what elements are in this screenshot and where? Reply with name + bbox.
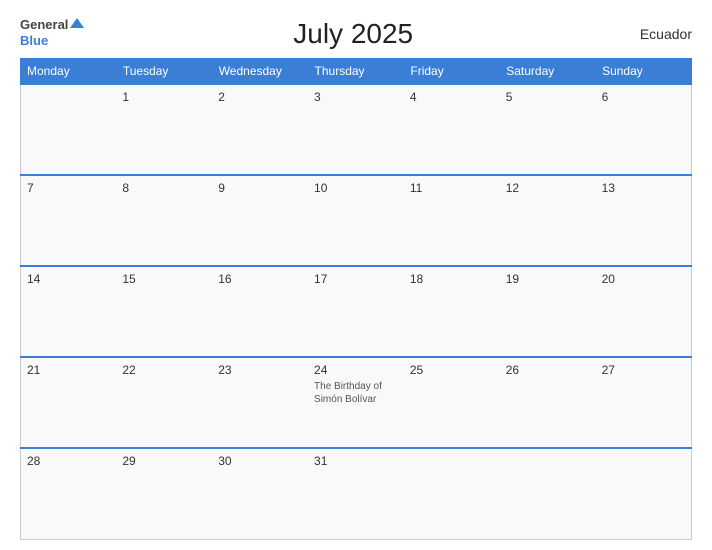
day-number: 2 — [218, 90, 225, 104]
day-number: 25 — [410, 363, 423, 377]
day-cell-2-1: 15 — [116, 266, 212, 357]
day-cell-4-4 — [404, 448, 500, 539]
header-tuesday: Tuesday — [116, 59, 212, 85]
day-number: 27 — [602, 363, 615, 377]
calendar-body: 123456789101112131415161718192021222324T… — [21, 84, 692, 540]
day-cell-1-6: 13 — [596, 175, 692, 266]
day-number: 7 — [27, 181, 34, 195]
logo-triangle-icon — [70, 18, 84, 28]
day-cell-0-5: 5 — [500, 84, 596, 175]
day-cell-2-5: 19 — [500, 266, 596, 357]
calendar-table: Monday Tuesday Wednesday Thursday Friday… — [20, 58, 692, 540]
day-cell-3-6: 27 — [596, 357, 692, 448]
day-cell-0-1: 1 — [116, 84, 212, 175]
week-row-3: 14 15 16 17 18 19 20 — [21, 266, 692, 357]
day-cell-0-2: 2 — [212, 84, 308, 175]
day-number: 4 — [410, 90, 417, 104]
day-number: 13 — [602, 181, 615, 195]
logo-blue: Blue — [20, 33, 48, 48]
day-cell-2-0: 14 — [21, 266, 117, 357]
day-cell-4-3: 31 — [308, 448, 404, 539]
day-cell-4-1: 29 — [116, 448, 212, 539]
day-cell-4-5 — [500, 448, 596, 539]
day-number: 14 — [27, 272, 40, 286]
weekday-header-row: Monday Tuesday Wednesday Thursday Friday… — [21, 59, 692, 85]
week-row-5: 28 29 30 31 — [21, 448, 692, 539]
calendar-title: July 2025 — [84, 18, 622, 50]
day-cell-3-5: 26 — [500, 357, 596, 448]
header-monday: Monday — [21, 59, 117, 85]
day-cell-4-0: 28 — [21, 448, 117, 539]
day-cell-3-4: 25 — [404, 357, 500, 448]
week-row-1: 1 2 3 4 5 6 — [21, 84, 692, 175]
header-thursday: Thursday — [308, 59, 404, 85]
day-number: 11 — [410, 181, 422, 195]
day-number: 31 — [314, 454, 327, 468]
day-number: 10 — [314, 181, 327, 195]
day-cell-1-5: 12 — [500, 175, 596, 266]
header: General Blue July 2025 Ecuador — [20, 18, 692, 50]
day-number: 20 — [602, 272, 615, 286]
day-number: 22 — [122, 363, 135, 377]
logo: General Blue — [20, 18, 84, 50]
day-cell-3-3: 24 The Birthday of Simón Bolívar — [308, 357, 404, 448]
day-number: 9 — [218, 181, 225, 195]
day-number: 30 — [218, 454, 231, 468]
day-cell-1-3: 10 — [308, 175, 404, 266]
day-cell-1-0: 7 — [21, 175, 117, 266]
day-cell-0-6: 6 — [596, 84, 692, 175]
day-cell-3-0: 21 — [21, 357, 117, 448]
day-cell-2-6: 20 — [596, 266, 692, 357]
day-cell-3-1: 22 — [116, 357, 212, 448]
day-number: 8 — [122, 181, 129, 195]
day-cell-1-1: 8 — [116, 175, 212, 266]
day-cell-1-4: 11 — [404, 175, 500, 266]
day-cell-2-2: 16 — [212, 266, 308, 357]
day-number: 28 — [27, 454, 40, 468]
header-sunday: Sunday — [596, 59, 692, 85]
header-saturday: Saturday — [500, 59, 596, 85]
day-cell-0-0 — [21, 84, 117, 175]
day-cell-0-4: 4 — [404, 84, 500, 175]
day-number: 16 — [218, 272, 231, 286]
calendar-header: Monday Tuesday Wednesday Thursday Friday… — [21, 59, 692, 85]
day-number: 15 — [122, 272, 135, 286]
day-number: 6 — [602, 90, 609, 104]
day-cell-4-6 — [596, 448, 692, 539]
day-cell-3-2: 23 — [212, 357, 308, 448]
day-number: 26 — [506, 363, 519, 377]
day-cell-2-3: 17 — [308, 266, 404, 357]
day-cell-4-2: 30 — [212, 448, 308, 539]
day-cell-2-4: 18 — [404, 266, 500, 357]
country-label: Ecuador — [622, 26, 692, 42]
day-number: 1 — [122, 90, 129, 104]
day-number: 17 — [314, 272, 327, 286]
day-number: 3 — [314, 90, 321, 104]
day-number: 19 — [506, 272, 519, 286]
calendar-page: General Blue July 2025 Ecuador Monday Tu… — [0, 0, 712, 550]
week-row-4: 21 22 23 24 The Birthday of Simón Bolívar 25 2… — [21, 357, 692, 448]
day-number: 23 — [218, 363, 231, 377]
header-wednesday: Wednesday — [212, 59, 308, 85]
day-number: 29 — [122, 454, 135, 468]
day-number: 18 — [410, 272, 423, 286]
day-cell-0-3: 3 — [308, 84, 404, 175]
day-number: 12 — [506, 181, 519, 195]
day-number: 24 — [314, 363, 327, 377]
day-number: 5 — [506, 90, 513, 104]
day-cell-1-2: 9 — [212, 175, 308, 266]
header-friday: Friday — [404, 59, 500, 85]
holiday-label: The Birthday of Simón Bolívar — [314, 380, 398, 406]
day-number: 21 — [27, 363, 40, 377]
week-row-2: 7 8 9 10 11 12 13 — [21, 175, 692, 266]
logo-general: General — [20, 18, 68, 32]
